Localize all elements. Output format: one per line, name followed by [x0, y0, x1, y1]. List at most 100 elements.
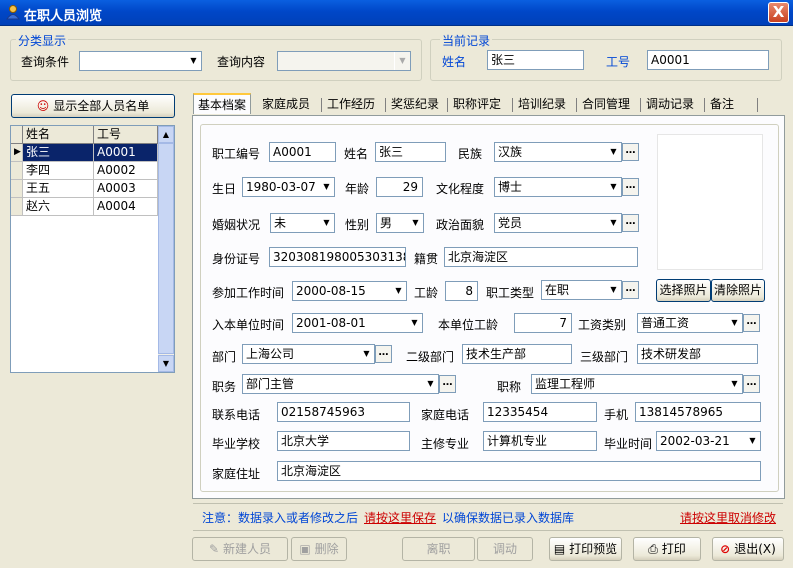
tab-titles[interactable]: 职称评定: [449, 94, 505, 115]
age-label: 年龄: [345, 182, 370, 196]
exit-button[interactable]: ⊘ 退出(X): [712, 537, 784, 561]
current-name-field: 张三: [487, 50, 584, 70]
major-field[interactable]: 计算机专业: [483, 431, 597, 451]
gender-select[interactable]: 男 ▼: [376, 213, 424, 233]
printer-icon: ⎙: [648, 542, 658, 556]
chevron-down-icon: ▼: [390, 282, 406, 300]
clear-photo-button[interactable]: 清除照片: [711, 279, 765, 302]
tab-family[interactable]: 家庭成员: [258, 94, 314, 115]
emp-type-label: 职工类型: [486, 286, 535, 300]
dept-more-button[interactable]: …: [375, 345, 392, 363]
emp-type-select[interactable]: 在职 ▼: [541, 280, 622, 300]
delete-icon: ▣: [299, 542, 311, 556]
print-button[interactable]: ⎙ 打印: [633, 537, 701, 561]
address-field[interactable]: 北京海淀区: [277, 461, 761, 481]
leave-button[interactable]: 离职: [402, 537, 475, 561]
dept3-label: 三级部门: [580, 350, 629, 364]
grid-header: 姓名 工号: [11, 126, 158, 144]
cell-name: 赵六: [23, 198, 94, 216]
school-field[interactable]: 北京大学: [277, 431, 410, 451]
title-select[interactable]: 监理工程师 ▼: [531, 374, 743, 394]
position-more-button[interactable]: …: [439, 375, 456, 393]
nation-more-button[interactable]: …: [622, 143, 639, 161]
join-date-picker[interactable]: 2001-08-01 ▼: [292, 313, 423, 333]
print-preview-button[interactable]: ▤ 打印预览: [549, 537, 622, 561]
title-more-button[interactable]: …: [743, 375, 760, 393]
tab-basic-info[interactable]: 基本档案: [193, 93, 252, 114]
politics-select[interactable]: 党员 ▼: [494, 213, 622, 233]
chevron-down-icon: ▼: [318, 178, 334, 196]
name-field[interactable]: 张三: [375, 142, 446, 162]
tab-work-history[interactable]: 工作经历: [323, 94, 379, 115]
tab-separator: [576, 98, 577, 112]
current-record-legend: 当前记录: [440, 32, 493, 49]
query-content-select[interactable]: ▼: [277, 51, 411, 71]
tab-rewards[interactable]: 奖惩纪录: [387, 94, 443, 115]
nation-label: 民族: [458, 147, 483, 161]
query-condition-select[interactable]: ▼: [79, 51, 202, 71]
native-label: 籍贯: [414, 252, 439, 266]
mobile-label: 手机: [604, 408, 629, 422]
salary-type-more-button[interactable]: …: [743, 314, 760, 332]
table-row[interactable]: 李四 A0002: [11, 162, 158, 180]
grid-header-name[interactable]: 姓名: [23, 126, 94, 144]
home-phone-field[interactable]: 12335454: [483, 402, 597, 422]
position-select[interactable]: 部门主管 ▼: [242, 374, 439, 394]
cancel-link[interactable]: 请按这里取消修改: [680, 509, 776, 526]
scroll-thumb[interactable]: [158, 143, 174, 354]
table-row[interactable]: ▶ 张三 A0001: [11, 144, 158, 162]
tab-transfer[interactable]: 调动记录: [642, 94, 698, 115]
close-button[interactable]: X: [768, 2, 789, 23]
education-more-button[interactable]: …: [622, 178, 639, 196]
native-field[interactable]: 北京海淀区: [444, 247, 638, 267]
choose-photo-button[interactable]: 选择照片: [656, 279, 711, 302]
filter-legend: 分类显示: [16, 32, 69, 49]
dept-select[interactable]: 上海公司 ▼: [242, 344, 375, 364]
id-card-label: 身份证号: [212, 252, 261, 266]
marital-select[interactable]: 未 ▼: [270, 213, 335, 233]
cell-id: A0003: [94, 180, 158, 198]
grid-scrollbar[interactable]: ▲ ▼: [158, 126, 174, 372]
grad-date-picker[interactable]: 2002-03-21 ▼: [656, 431, 761, 451]
show-all-button[interactable]: ☺ 显示全部人员名单: [11, 94, 175, 118]
tab-contract[interactable]: 合同管理: [578, 94, 634, 115]
salary-type-select[interactable]: 普通工资 ▼: [637, 313, 743, 333]
address-label: 家庭住址: [212, 467, 261, 481]
new-employee-button[interactable]: ✎ 新建人员: [192, 537, 288, 561]
emp-type-more-button[interactable]: …: [622, 281, 639, 299]
education-select[interactable]: 博士 ▼: [494, 177, 622, 197]
save-link[interactable]: 请按这里保存: [364, 509, 436, 526]
dept3-field[interactable]: 技术研发部: [637, 344, 758, 364]
grid-header-id[interactable]: 工号: [94, 126, 158, 144]
age-field[interactable]: 29: [376, 177, 423, 197]
table-row[interactable]: 赵六 A0004: [11, 198, 158, 216]
tab-notes[interactable]: 备注: [706, 94, 738, 115]
politics-more-button[interactable]: …: [622, 214, 639, 232]
mobile-field[interactable]: 13814578965: [635, 402, 761, 422]
scroll-up-icon[interactable]: ▲: [158, 126, 174, 143]
grid-indicator-header: [11, 126, 23, 144]
tab-separator: [385, 98, 386, 112]
dept2-field[interactable]: 技术生产部: [462, 344, 572, 364]
dept2-label: 二级部门: [406, 350, 455, 364]
scroll-down-icon[interactable]: ▼: [158, 355, 174, 372]
seniority-label: 工龄: [414, 286, 439, 300]
window-title: 在职人员浏览: [24, 9, 103, 24]
gender-label: 性别: [345, 218, 370, 232]
transfer-button[interactable]: 调动: [477, 537, 533, 561]
seniority-field[interactable]: 8: [445, 281, 478, 301]
nation-select[interactable]: 汉族 ▼: [494, 142, 622, 162]
emp-no-field[interactable]: A0001: [269, 142, 336, 162]
cell-name: 张三: [23, 144, 94, 162]
unit-seniority-field[interactable]: 7: [514, 313, 572, 333]
id-card-field[interactable]: 320308198005303138: [269, 247, 406, 267]
birthday-picker[interactable]: 1980-03-07 ▼: [242, 177, 335, 197]
table-row[interactable]: 王五 A0003: [11, 180, 158, 198]
phone-field[interactable]: 02158745963: [277, 402, 410, 422]
work-start-picker[interactable]: 2000-08-15 ▼: [292, 281, 407, 301]
row-indicator-icon: ▶: [11, 144, 23, 162]
query-condition-label: 查询条件: [21, 55, 70, 69]
tab-training[interactable]: 培训纪录: [514, 94, 570, 115]
tab-separator: [512, 98, 513, 112]
delete-button[interactable]: ▣ 删除: [291, 537, 347, 561]
